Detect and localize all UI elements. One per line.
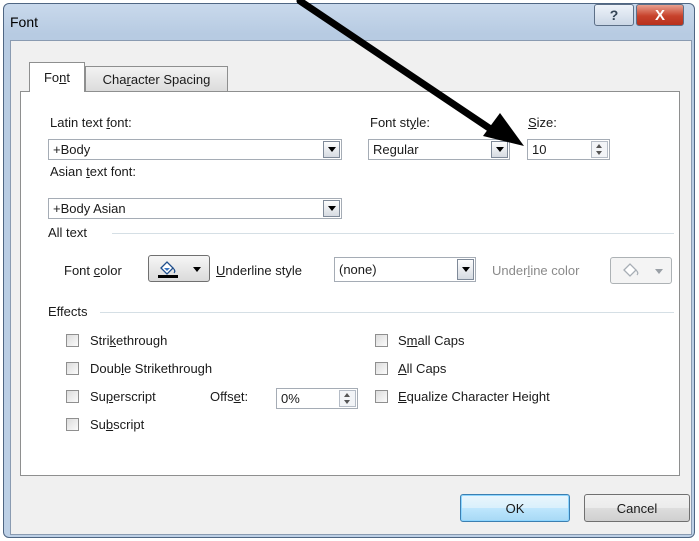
tab-font-label-a: Fo (43, 70, 60, 85)
tab-font[interactable]: Fo n t (29, 62, 85, 92)
arrow-head-icon (483, 113, 524, 146)
tab-font-label-key: n (59, 70, 67, 85)
arrow-shaft (296, 0, 502, 138)
annotation-arrow (296, 0, 524, 146)
tab-font-label-b: t (66, 70, 71, 85)
